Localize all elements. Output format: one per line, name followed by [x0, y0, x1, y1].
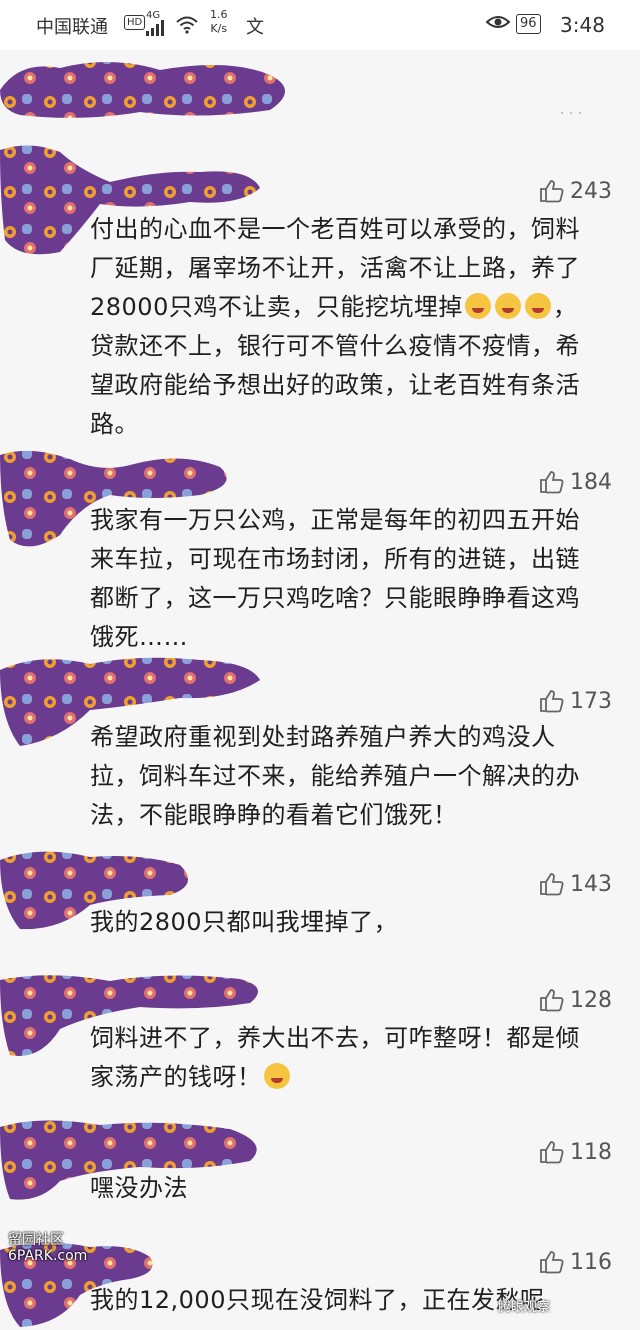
thumbs-up-icon [540, 471, 564, 494]
like-button[interactable]: 184 [538, 469, 612, 495]
thumbs-up-icon [540, 180, 564, 203]
speed-value: 1.6 [210, 8, 228, 21]
like-count: 118 [570, 1139, 612, 1165]
watermark-6park: 留园社区 6PARK.com [8, 1232, 87, 1264]
censored-avatar-top: · · · [0, 61, 582, 122]
comment-text: 嘿没办法 [90, 1174, 188, 1202]
thumbs-up-icon [540, 1141, 564, 1164]
like-button[interactable]: 243 [538, 178, 612, 204]
eye-comfort-icon [485, 13, 511, 36]
comment-item: 116 我的12,000只现在没饲料了，正在发愁呢 [0, 1235, 640, 1330]
like-count: 128 [570, 987, 612, 1013]
comment-text-body: 饲料进不了，养大出不去，可咋整呀！都是倾家荡产的钱呀！ [90, 1024, 580, 1091]
crying-emoji-icon [524, 293, 551, 319]
like-count: 143 [570, 871, 612, 897]
comment-text: 饲料进不了，养大出不去，可咋整呀！都是倾家荡产的钱呀！ [90, 1019, 600, 1097]
watermark-line-2: 6PARK.com [8, 1248, 88, 1264]
thumbs-up-icon [540, 989, 564, 1012]
comment-item: 243 付出的心血不是一个老百姓可以承受的，饲料厂延期，屠宰场不让开，活禽不让上… [0, 140, 640, 440]
like-button[interactable]: 143 [538, 871, 612, 897]
thumbs-up-icon [540, 1251, 564, 1274]
svg-text:· · ·: · · · [560, 106, 582, 122]
like-button[interactable]: 173 [538, 688, 612, 714]
clock-time: 3:48 [560, 13, 605, 37]
comment-text: 付出的心血不是一个老百姓可以承受的，饲料厂延期，屠宰场不让开，活禽不让上路，养了… [90, 210, 600, 444]
thumbs-up-icon [540, 690, 564, 713]
crying-emoji-icon [464, 293, 491, 319]
like-count: 243 [570, 178, 612, 204]
wifi-icon [176, 16, 198, 38]
comment-item: 143 我的2800只都叫我埋掉了， [0, 845, 640, 955]
comment-item: 118 嘿没办法 [0, 1115, 640, 1215]
thumbs-up-icon [540, 873, 564, 896]
watermark-line-1: 留园社区 [8, 1232, 64, 1248]
like-button[interactable]: 116 [538, 1249, 612, 1275]
like-button[interactable]: 128 [538, 987, 612, 1013]
network-speed: 1.6 K/s [210, 8, 228, 36]
battery-indicator: 96 [516, 14, 541, 34]
like-button[interactable]: 118 [538, 1139, 612, 1165]
comment-text: 希望政府重视到处封路养殖户养大的鸡没人拉，饲料车过不来，能给养殖户一个解决的办法… [90, 723, 580, 829]
comment-item: 173 希望政府重视到处封路养殖户养大的鸡没人拉，饲料车过不来，能给养殖户一个解… [0, 650, 640, 830]
speed-unit: K/s [210, 22, 228, 35]
signal-icon [146, 20, 164, 36]
status-bar: 中国联通 HD 4G 1.6 K/s 文 96 3:48 [0, 0, 640, 50]
carrier-name: 中国联通 [36, 17, 108, 38]
crying-emoji-icon [494, 293, 521, 319]
input-method-indicator: 文 [246, 17, 264, 38]
hd-badge: HD [124, 15, 146, 30]
watermark-source: 腾眼观察 [498, 1300, 551, 1315]
comment-text: 我的2800只都叫我埋掉了， [90, 908, 399, 936]
like-count: 116 [570, 1249, 612, 1275]
sobbing-emoji-icon [263, 1063, 290, 1089]
comment-item: 128 饲料进不了，养大出不去，可咋整呀！都是倾家荡产的钱呀！ [0, 965, 640, 1105]
comment-text: 我家有一万只公鸡，正常是每年的初四五开始来车拉，可现在市场封闭，所有的进链，出链… [90, 506, 580, 651]
like-count: 184 [570, 469, 612, 495]
comment-item: 184 我家有一万只公鸡，正常是每年的初四五开始来车拉，可现在市场封闭，所有的进… [0, 445, 640, 651]
like-count: 173 [570, 688, 612, 714]
